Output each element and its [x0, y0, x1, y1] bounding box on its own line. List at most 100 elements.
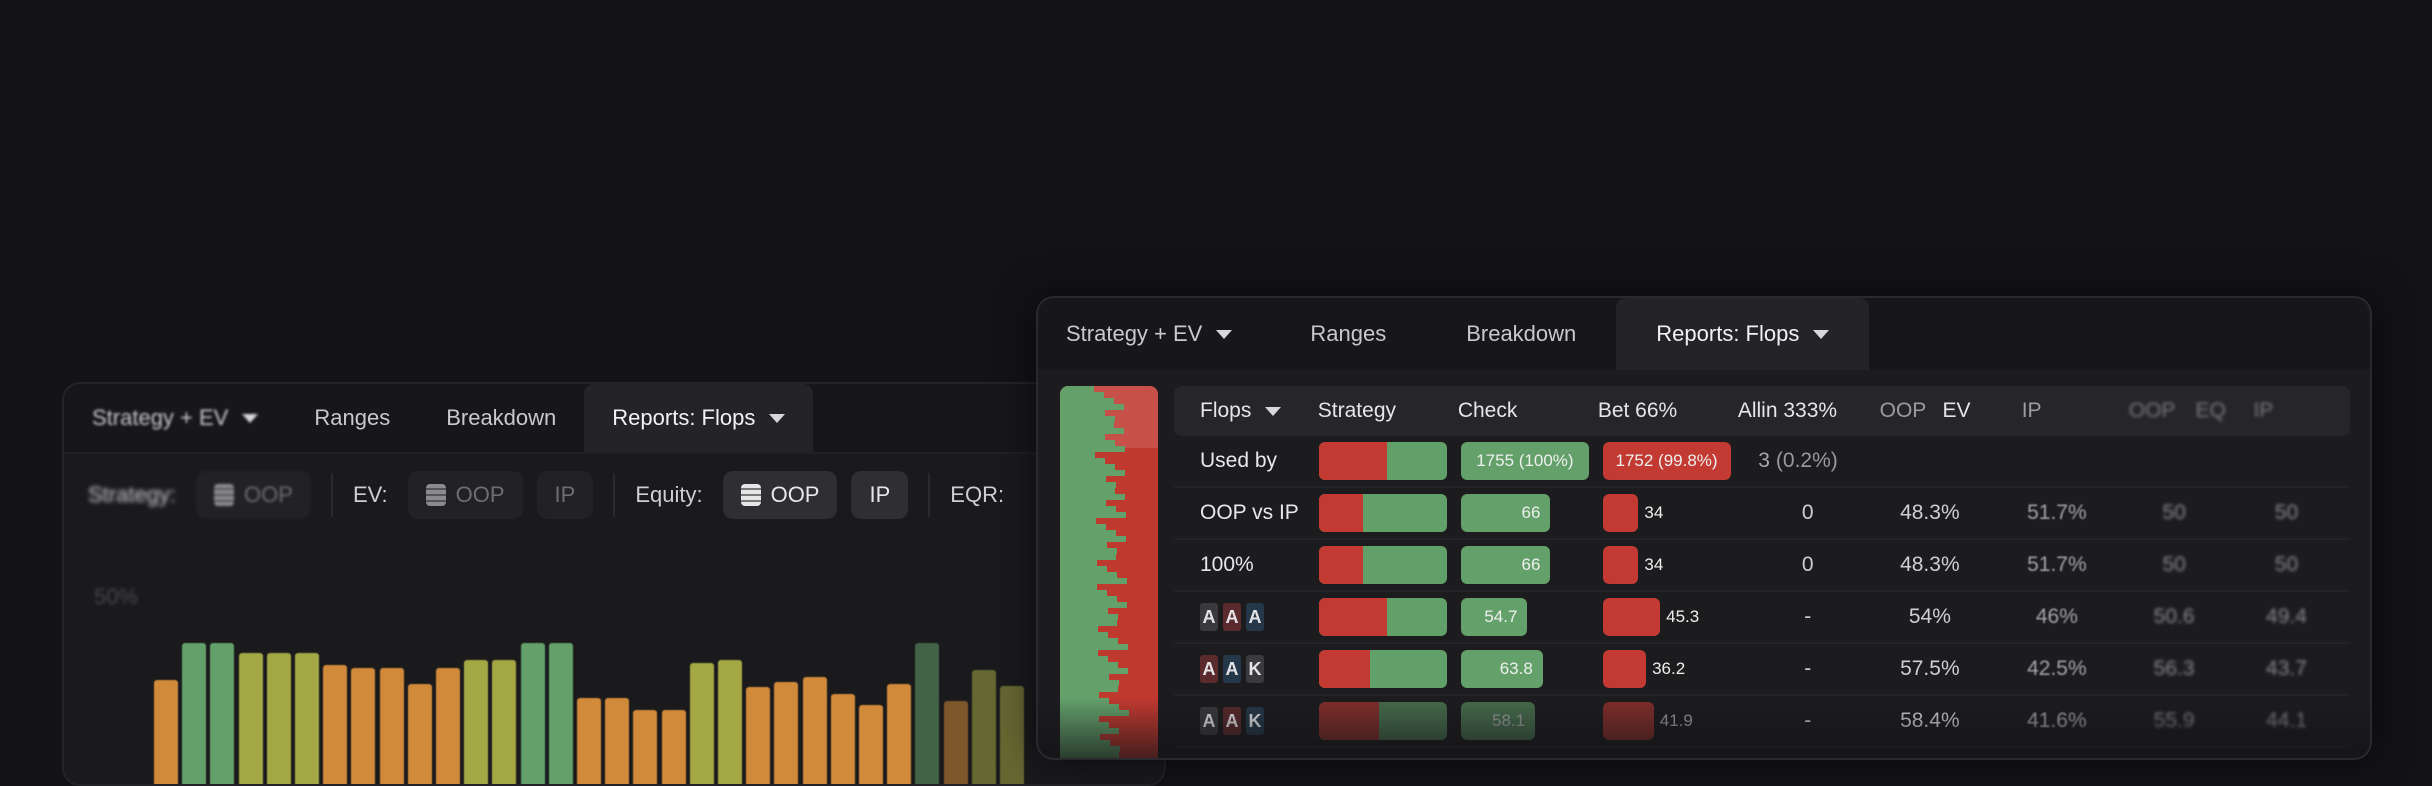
- header-ev[interactable]: EV: [1943, 399, 2022, 423]
- chips-icon: [214, 484, 235, 506]
- oop-eq-value: 56.3: [2153, 657, 2195, 680]
- back-tab-label: Strategy + EV: [92, 405, 229, 430]
- bar[interactable]: [774, 682, 799, 784]
- bar[interactable]: [154, 680, 178, 784]
- table-row[interactable]: A A K 63.8 36.2 - 57.5% 42.5% 56.3 43.7: [1174, 644, 2350, 696]
- oop-eq-value: 50: [2162, 501, 2186, 524]
- back-tab-breakdown[interactable]: Breakdown: [418, 384, 584, 452]
- tab-label: Strategy + EV: [1066, 321, 1203, 346]
- ev-label: EV:: [352, 482, 388, 507]
- header-oop-eq[interactable]: OOP: [2109, 399, 2196, 423]
- bar[interactable]: [548, 643, 573, 784]
- chevron-down-icon[interactable]: [1265, 406, 1282, 416]
- table-row[interactable]: A A A 54.7 45.3 - 54% 46% 50.6 49.4: [1174, 592, 2350, 644]
- ev-ip-toggle[interactable]: IP: [536, 471, 594, 519]
- back-tab-strategy-ev[interactable]: Strategy + EV: [64, 384, 286, 452]
- chevron-down-icon[interactable]: [242, 413, 259, 423]
- front-tabbar: Strategy + EV Ranges Breakdown Reports: …: [1038, 298, 2370, 372]
- bar[interactable]: [859, 705, 883, 784]
- chevron-down-icon[interactable]: [769, 413, 786, 423]
- allin-percent: (0.2%): [1775, 449, 1838, 472]
- bar[interactable]: [971, 670, 996, 784]
- flop-bar-chart: 50%: [64, 534, 1164, 784]
- oop-eq-value: 50.6: [2153, 605, 2195, 628]
- table-row[interactable]: 100% 66 34 0 48.3% 51.7% 50 50: [1174, 540, 2350, 592]
- bar[interactable]: [915, 643, 940, 784]
- header-oop-ev[interactable]: OOP: [1863, 399, 1942, 423]
- bar[interactable]: [830, 694, 855, 784]
- bet-value: 41.9: [1659, 711, 1693, 730]
- bar[interactable]: [379, 668, 404, 784]
- bet-bar: 1752 (99.8%): [1602, 442, 1731, 480]
- bar[interactable]: [943, 701, 968, 784]
- oop-eq-cell: 55.9: [2125, 709, 2223, 733]
- check-cell: 66: [1460, 546, 1603, 584]
- oop-eq-cell: 50.6: [2125, 605, 2223, 629]
- tab-ranges[interactable]: Ranges: [1260, 298, 1426, 370]
- back-tab-reports-flops[interactable]: Reports: Flops: [584, 384, 814, 452]
- ip-ev-value: 42.5%: [2027, 657, 2087, 680]
- tab-breakdown[interactable]: Breakdown: [1426, 298, 1616, 370]
- table-row[interactable]: A A K 58.1 41.9 - 58.4% 41.6% 55.9 44.1: [1174, 696, 2350, 748]
- bar[interactable]: [802, 677, 827, 784]
- table-row[interactable]: Used by 1755 (100%) 1752 (99.8%) 3 (0.2%): [1174, 436, 2350, 488]
- table-header: Flops Strategy Check Bet 66% Allin 333% …: [1174, 386, 2350, 436]
- equity-oop-toggle[interactable]: OOP: [722, 471, 838, 519]
- check-bar: 66: [1460, 546, 1589, 584]
- strategy-oop-toggle[interactable]: OOP: [196, 471, 311, 519]
- bar[interactable]: [577, 698, 601, 784]
- bar[interactable]: [351, 668, 376, 784]
- ip-eq-value: 50: [2274, 501, 2299, 524]
- chevron-down-icon[interactable]: [1216, 329, 1233, 339]
- bar[interactable]: [210, 643, 235, 784]
- ev-oop-toggle[interactable]: OOP: [407, 471, 523, 519]
- playing-card: A: [1200, 707, 1218, 735]
- bar[interactable]: [182, 643, 207, 784]
- bar[interactable]: [436, 668, 460, 784]
- table-row[interactable]: OOP vs IP 66 34 0 48.3% 51.7% 50 50: [1174, 488, 2350, 540]
- header-eq[interactable]: EQ: [2196, 399, 2254, 423]
- bar[interactable]: [887, 684, 912, 784]
- bar[interactable]: [746, 687, 771, 784]
- bar[interactable]: [689, 663, 714, 784]
- header-check[interactable]: Check: [1458, 399, 1598, 423]
- bar[interactable]: [464, 660, 489, 784]
- bar[interactable]: [718, 660, 742, 784]
- allin-cell: -: [1744, 605, 1871, 629]
- header-ip-eq[interactable]: IP: [2253, 399, 2350, 423]
- toggle-label: OOP: [455, 482, 505, 507]
- header-strategy[interactable]: Strategy: [1318, 399, 1458, 423]
- equity-ip-toggle[interactable]: IP: [851, 471, 909, 519]
- ip-ev-value: 41.6%: [2027, 709, 2087, 732]
- bet-cell: 1752 (99.8%): [1602, 442, 1745, 480]
- bet-cell: 45.3: [1602, 598, 1745, 636]
- bar[interactable]: [407, 684, 432, 784]
- strategy-bet-segment: [1319, 494, 1363, 532]
- strategy-cell: [1319, 546, 1461, 584]
- bar[interactable]: [238, 653, 263, 784]
- strategy-label: Strategy:: [88, 482, 177, 507]
- bar[interactable]: [633, 710, 658, 784]
- chevron-down-icon[interactable]: [1813, 329, 1830, 339]
- header-ip-ev[interactable]: IP: [2022, 399, 2109, 423]
- bar[interactable]: [1000, 686, 1024, 784]
- bet-cell: 34: [1602, 494, 1745, 532]
- tab-reports-flops[interactable]: Reports: Flops: [1616, 298, 1870, 370]
- bar[interactable]: [266, 653, 291, 784]
- bar[interactable]: [661, 710, 686, 784]
- header-bet[interactable]: Bet 66%: [1598, 399, 1738, 423]
- tab-strategy-ev[interactable]: Strategy + EV: [1038, 298, 1260, 370]
- bar[interactable]: [605, 698, 630, 784]
- strategy-cell: [1319, 494, 1461, 532]
- allin-cell: 0: [1744, 553, 1871, 577]
- y-axis-label: 50%: [94, 584, 139, 609]
- header-allin[interactable]: Allin 333%: [1738, 399, 1864, 423]
- back-tab-ranges[interactable]: Ranges: [286, 384, 418, 452]
- bar[interactable]: [492, 660, 517, 784]
- back-toolbar: Strategy: OOP EV: OOP IP Equity: OOP IP …: [64, 454, 1164, 536]
- header-flops[interactable]: Flops: [1174, 399, 1318, 423]
- bar[interactable]: [520, 643, 545, 784]
- bar[interactable]: [323, 665, 348, 784]
- bar[interactable]: [295, 653, 319, 784]
- divider: [613, 473, 616, 517]
